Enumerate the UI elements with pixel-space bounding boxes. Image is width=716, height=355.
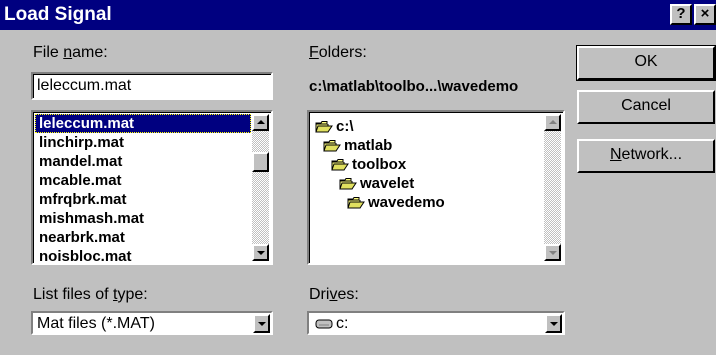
file-name-label-pre: File	[33, 44, 64, 61]
file-list-scroll-down-button[interactable]	[252, 244, 269, 261]
file-name-label: File name:	[33, 44, 108, 62]
folders-label-post: olders:	[318, 44, 367, 61]
folders-label-accel: F	[309, 44, 319, 61]
drives-label-pre: Dri	[309, 286, 330, 303]
file-list-item[interactable]: leleccum.mat	[35, 114, 251, 133]
file-type-select[interactable]: Mat files (*.MAT)	[31, 311, 273, 335]
file-list-item[interactable]: linchirp.mat	[35, 133, 251, 152]
chevron-down-icon	[258, 322, 266, 326]
ok-button[interactable]: OK	[576, 45, 716, 81]
file-list-item[interactable]: mishmash.mat	[35, 209, 251, 228]
folder-tree-item[interactable]: wavedemo	[347, 193, 445, 212]
file-name-value: leleccum.mat	[37, 77, 132, 94]
help-button[interactable]: ?	[670, 4, 692, 25]
file-list-scroll-up-button[interactable]	[252, 114, 269, 131]
file-list-item[interactable]: noisbloc.mat	[35, 247, 251, 261]
drives-select[interactable]: c:	[307, 311, 565, 335]
file-list-item[interactable]: mandel.mat	[35, 152, 251, 171]
folder-tree-scrollbar[interactable]	[544, 114, 561, 261]
title-bar[interactable]: Load Signal ? ×	[0, 0, 716, 30]
open-folder-icon	[331, 159, 349, 171]
folder-tree-item[interactable]: wavelet	[339, 174, 414, 193]
folders-label: Folders:	[309, 44, 367, 62]
open-folder-icon	[315, 121, 333, 133]
file-name-input[interactable]: leleccum.mat	[31, 72, 273, 100]
file-type-label-post: ype:	[117, 286, 148, 303]
folder-tree-item[interactable]: toolbox	[331, 155, 406, 174]
hard-drive-icon	[315, 319, 333, 329]
drives-value: c:	[336, 315, 349, 332]
drives-value-wrap: c:	[315, 315, 348, 333]
folder-name: wavedemo	[368, 194, 445, 211]
folder-name: matlab	[344, 137, 393, 154]
file-type-dropdown-button[interactable]	[253, 314, 270, 333]
network-button-label: etwork...	[621, 146, 683, 163]
file-name-label-accel: n	[63, 44, 73, 61]
arrow-up-icon	[257, 120, 265, 124]
folder-tree-item[interactable]: c:\	[315, 117, 354, 136]
file-list[interactable]: leleccum.mat linchirp.mat mandel.mat mcable…	[31, 110, 273, 265]
open-folder-icon	[339, 178, 357, 190]
arrow-up-icon	[549, 120, 557, 124]
file-list-item[interactable]: mfrqbrk.mat	[35, 190, 251, 209]
drives-dropdown-button[interactable]	[545, 314, 562, 333]
folder-tree-scroll-down-button[interactable]	[544, 244, 561, 261]
file-list-item[interactable]: nearbrk.mat	[35, 228, 251, 247]
open-folder-icon	[323, 140, 341, 152]
file-list-items: leleccum.mat linchirp.mat mandel.mat mcable…	[35, 114, 251, 261]
file-type-label-pre: List files of	[33, 286, 114, 303]
drives-label: Drives:	[309, 286, 359, 304]
folder-tree[interactable]: c:\ matlab toolbox wavelet wavedemo	[307, 110, 565, 265]
folder-name: wavelet	[360, 175, 415, 192]
folder-tree-item[interactable]: matlab	[323, 136, 392, 155]
file-type-label: List files of type:	[33, 286, 148, 304]
file-list-scroll-thumb[interactable]	[252, 152, 269, 172]
folder-name: c:\	[336, 118, 354, 135]
open-folder-icon	[347, 197, 365, 209]
file-list-scrollbar[interactable]	[252, 114, 269, 261]
folder-tree-scroll-up-button[interactable]	[544, 114, 561, 131]
file-name-label-post: ame:	[72, 44, 108, 61]
network-button[interactable]: Network...	[577, 139, 715, 173]
window-title: Load Signal	[4, 4, 112, 25]
network-button-accel: N	[609, 146, 622, 163]
file-list-item[interactable]: mcable.mat	[35, 171, 251, 190]
load-signal-dialog: Load Signal ? × File name: leleccum.mat …	[0, 0, 716, 355]
current-folder-path: c:\matlab\toolbo...\wavedemo	[309, 78, 519, 95]
chevron-down-icon	[550, 322, 558, 326]
folder-name: toolbox	[352, 156, 407, 173]
file-type-value: Mat files (*.MAT)	[37, 315, 155, 332]
drives-label-post: es:	[337, 286, 359, 303]
close-button[interactable]: ×	[694, 4, 716, 25]
arrow-down-icon	[549, 251, 557, 255]
folder-tree-items: c:\ matlab toolbox wavelet wavedemo	[311, 114, 543, 261]
arrow-down-icon	[257, 251, 265, 255]
cancel-button[interactable]: Cancel	[577, 90, 715, 124]
